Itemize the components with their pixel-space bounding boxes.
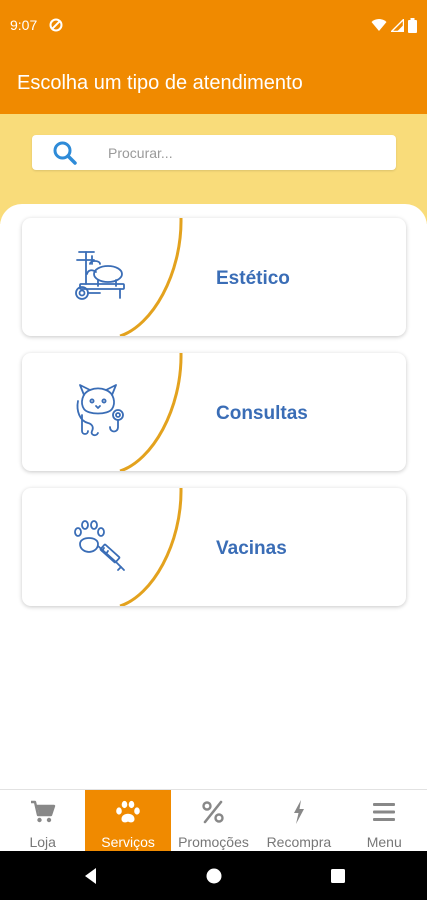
nav-label: Loja: [29, 834, 56, 850]
recent-apps-icon[interactable]: [329, 867, 347, 885]
search-bar[interactable]: [32, 135, 396, 170]
battery-icon: [408, 17, 417, 33]
cell-signal-icon: [391, 18, 404, 32]
paw-syringe-icon: [74, 520, 125, 571]
nav-item-recompra[interactable]: Recompra: [256, 790, 341, 852]
cat-stethoscope-icon: [76, 384, 124, 437]
wifi-icon: [371, 19, 387, 31]
grooming-table-icon: [75, 251, 125, 300]
lightning-icon: [293, 800, 304, 824]
back-icon[interactable]: [82, 867, 100, 885]
nav-label: Recompra: [266, 834, 332, 850]
search-icon[interactable]: [52, 140, 78, 166]
nav-item-loja[interactable]: Loja: [0, 790, 85, 852]
hamburger-icon: [373, 803, 396, 821]
nav-item-servicos[interactable]: Serviços: [85, 790, 171, 852]
status-time: 9:07: [10, 17, 38, 33]
nav-label: Menu: [366, 834, 402, 850]
service-card-consultas[interactable]: Consultas: [22, 353, 406, 471]
nav-item-promocoes[interactable]: Promoções: [171, 790, 256, 852]
system-navigation-bar: [0, 851, 427, 900]
page-title: Escolha um tipo de atendimento: [17, 72, 303, 94]
service-label: Vacinas: [216, 538, 287, 559]
bottom-navigation: Loja Serviços Promoções Recompra Menu: [0, 789, 427, 852]
app-header: Escolha um tipo de atendimento: [0, 50, 427, 114]
service-list: Estético Consultas Vacinas: [0, 204, 427, 790]
service-label: Consultas: [216, 403, 308, 424]
nav-label: Serviços: [101, 834, 155, 850]
status-bar: 9:07: [0, 0, 427, 50]
search-input[interactable]: [108, 137, 378, 168]
home-icon[interactable]: [205, 867, 223, 885]
cart-icon: [30, 800, 55, 823]
service-label: Estético: [216, 268, 290, 289]
nav-label: Promoções: [178, 834, 249, 850]
nav-item-menu[interactable]: Menu: [342, 790, 427, 852]
paw-icon: [116, 800, 140, 823]
service-card-vacinas[interactable]: Vacinas: [22, 488, 406, 606]
status-indicators: [371, 17, 417, 33]
do-not-disturb-icon: [49, 18, 63, 32]
percent-icon: [202, 800, 225, 824]
service-card-estetico[interactable]: Estético: [22, 218, 406, 336]
